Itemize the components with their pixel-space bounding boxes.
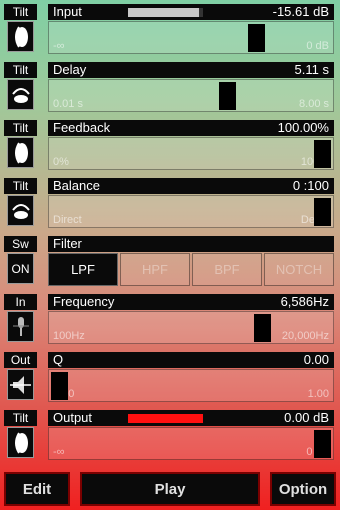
control-row-output: Tilt Output 0.00 dB -∞0 dB [0,406,340,464]
slider-thumb[interactable] [219,82,237,110]
control-row-q: Out Q 0.00 0.001.00 [0,348,340,406]
level-meter-fill [128,414,203,423]
speaker-icon [9,375,31,394]
tilt-icon [14,141,28,164]
switch-tag[interactable]: Sw [4,236,37,252]
control-row-input: Tilt Input -15.61 dB -∞ 0 dB [0,0,340,58]
filter-option-bpf[interactable]: BPF [192,253,262,286]
filter-switch[interactable]: ON [7,253,34,284]
mode-tag[interactable]: Tilt [4,4,37,20]
param-header: Balance 0 :100 [48,178,334,194]
side-control: Tilt [4,4,37,55]
option-button[interactable]: Option [270,472,336,506]
param-slider[interactable]: 0%100% [48,137,334,170]
mode-tag[interactable]: Tilt [4,62,37,78]
slider-min-label: 0.01 s [53,98,83,110]
param-value: 0.00 [303,352,329,367]
mode-icon-box[interactable] [7,137,34,168]
param-slider[interactable]: -∞0 dB [48,427,334,460]
param-name: Feedback [53,120,111,135]
param-value: 5.11 s [294,62,329,77]
tilt-icon [14,25,28,48]
param-name: Delay [53,62,87,77]
side-control: Tilt [4,62,37,113]
filter-type-selector: LPF HPF BPF NOTCH [48,253,334,286]
level-meter [128,414,203,423]
microphone-icon [12,316,29,336]
slider-thumb[interactable] [314,140,331,168]
mode-tag[interactable]: In [4,294,37,310]
side-control: In [4,294,37,345]
param-value: 100.00% [277,120,329,135]
param-slider[interactable]: 0.001.00 [48,369,334,402]
slider-min-label: 100Hz [53,330,85,342]
mode-icon-box[interactable] [7,21,34,52]
mode-icon-box[interactable] [7,369,34,400]
slider-min-label: -∞ [53,40,65,52]
tilt-arc-icon [11,87,30,103]
bottom-bar: Edit Play Option [0,470,340,510]
param-header: Feedback 100.00% [48,120,334,136]
param-header: Input -15.61 dB [48,4,334,20]
control-row-frequency: In Frequency 6,586Hz 100Hz 20,000Hz [0,290,340,348]
param-name: Q [53,352,64,367]
param-value: 6,586Hz [280,294,329,309]
level-meter-fill [128,8,200,17]
mode-tag[interactable]: Tilt [4,178,37,194]
param-value: 0 :100 [292,178,329,193]
slider-max-label: 0 dB [306,40,329,52]
param-slider[interactable]: 0.01 s 8.00 s [48,79,334,112]
slider-max-label: 20,000Hz [281,330,329,342]
param-slider[interactable]: 100Hz 20,000Hz [48,311,334,344]
control-row-delay: Tilt Delay 5.11 s 0.01 s 8.00 s [0,58,340,116]
slider-thumb[interactable] [248,24,266,52]
control-row-feedback: Tilt Feedback 100.00% 0%100% [0,116,340,174]
side-control: Tilt [4,120,37,171]
control-row-balance: Tilt Balance 0 :100 DirectDelay [0,174,340,232]
slider-min-label: Direct [53,214,82,226]
slider-thumb[interactable] [51,372,68,400]
param-value: -15.61 dB [272,4,329,19]
param-slider[interactable]: DirectDelay [48,195,334,228]
slider-max-label: 1.00 [307,388,329,400]
play-button[interactable]: Play [80,472,260,506]
side-control: Sw ON [4,236,37,287]
slider-min-label: -∞ [53,446,65,458]
side-control: Tilt [4,410,37,461]
param-header: Filter [48,236,334,252]
param-header: Output 0.00 dB [48,410,334,426]
slider-thumb[interactable] [314,430,331,458]
side-control: Out [4,352,37,403]
param-slider[interactable]: -∞ 0 dB [48,21,334,54]
control-row-filter: Sw ON Filter LPF HPF BPF NOTCH [0,232,340,290]
tilt-icon [14,431,28,454]
filter-option-notch[interactable]: NOTCH [264,253,334,286]
param-header: Q 0.00 [48,352,334,368]
param-name: Input [53,4,82,19]
tilt-arc-icon [11,203,30,219]
mode-icon-box[interactable] [7,195,34,226]
edit-button[interactable]: Edit [4,472,70,506]
param-name: Filter [53,236,82,251]
side-control: Tilt [4,178,37,229]
mode-tag[interactable]: Tilt [4,120,37,136]
param-value: 0.00 dB [284,410,329,425]
param-header: Delay 5.11 s [48,62,334,78]
param-name: Balance [53,178,100,193]
mode-icon-box[interactable] [7,79,34,110]
mode-tag[interactable]: Out [4,352,37,368]
param-name: Frequency [53,294,115,309]
param-header: Frequency 6,586Hz [48,294,334,310]
slider-max-label: 8.00 s [299,98,329,110]
filter-option-lpf[interactable]: LPF [48,253,118,286]
mode-icon-box[interactable] [7,311,34,342]
mode-tag[interactable]: Tilt [4,410,37,426]
mode-icon-box[interactable] [7,427,34,458]
level-meter [128,8,203,17]
slider-min-label: 0% [53,156,69,168]
slider-thumb[interactable] [253,314,271,342]
slider-thumb[interactable] [314,198,331,226]
filter-option-hpf[interactable]: HPF [120,253,190,286]
param-name: Output [53,410,93,425]
